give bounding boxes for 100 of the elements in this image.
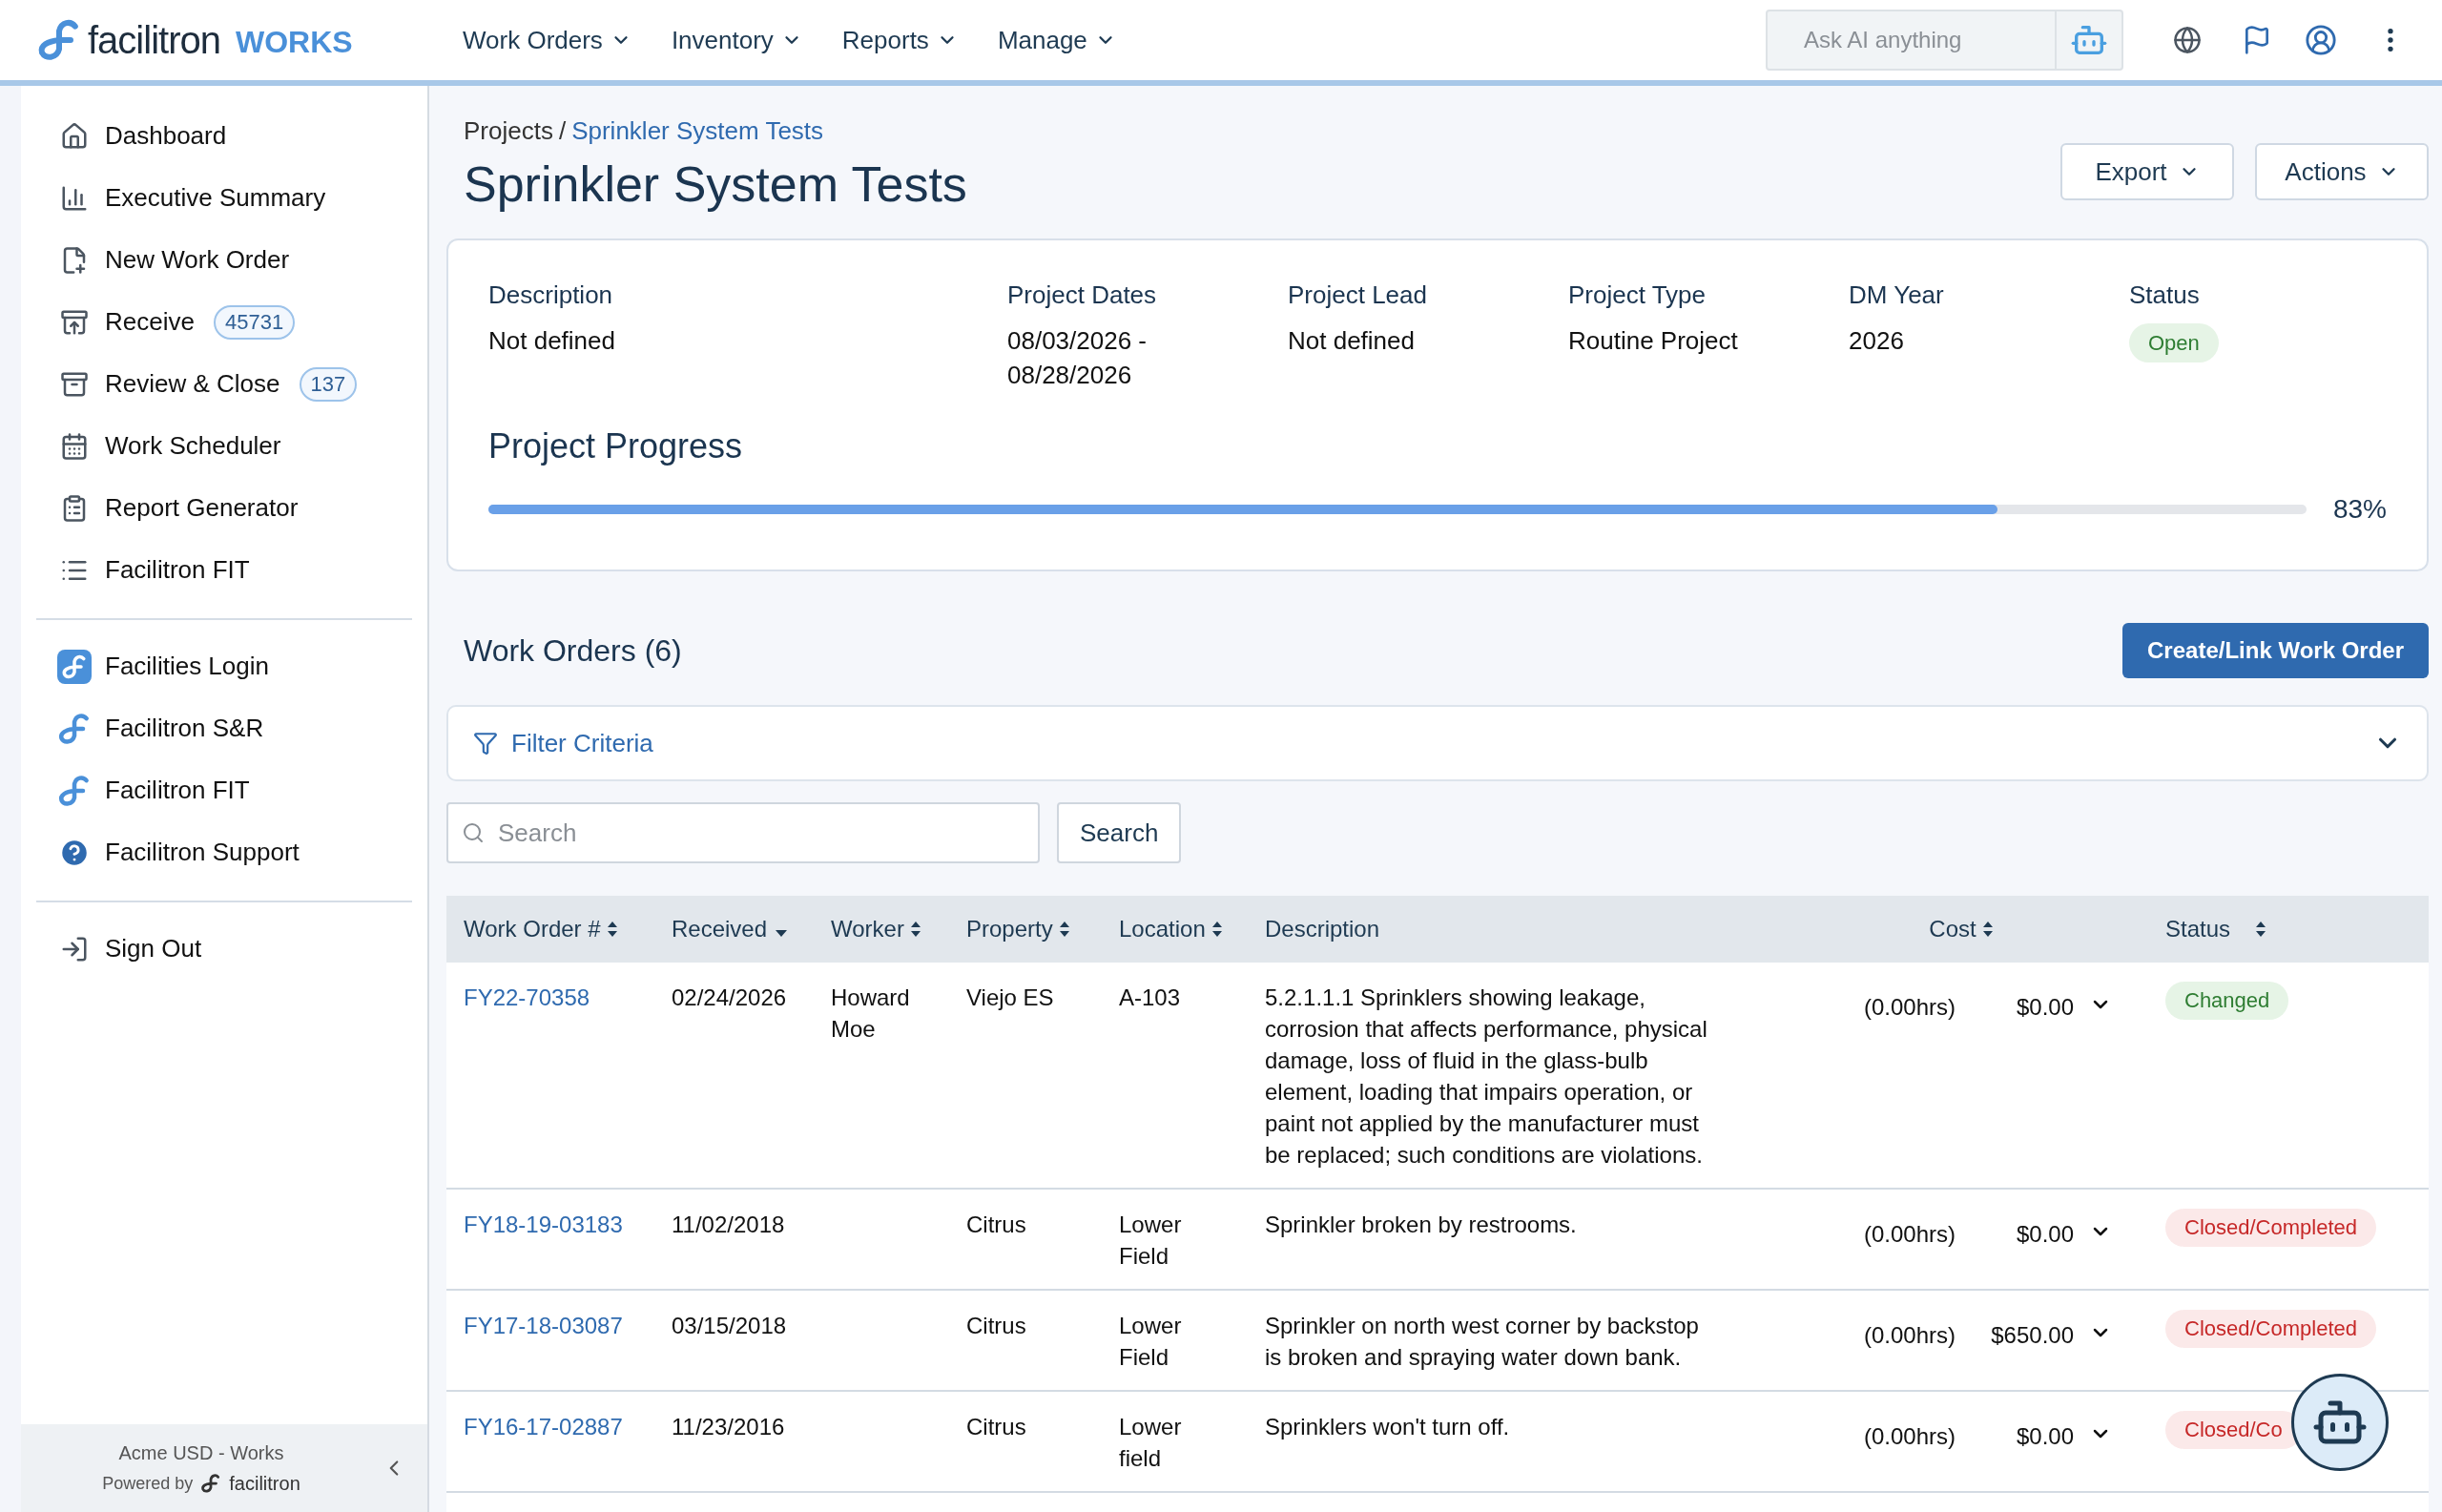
count-badge: 45731 xyxy=(213,304,296,340)
hours-value: (0.00hrs) xyxy=(1864,1422,1957,1451)
filter-criteria-panel[interactable]: Filter Criteria xyxy=(446,705,2429,781)
sort-descending-icon[interactable] xyxy=(775,928,789,938)
ai-search-field[interactable]: Ask AI anything xyxy=(1766,10,2057,71)
sort-icon[interactable] xyxy=(1211,921,1223,938)
status-badge: Changed xyxy=(2165,982,2289,1020)
brand-name: facilitron xyxy=(88,18,220,63)
sidebar-item[interactable]: Receive 45731 xyxy=(36,291,412,353)
table-cell: 5.2.1.1.1 Sprinklers showing leakage, corrosion that affects performance, physical damage, loss of fluid in the glass-bulb element, loading that impairs operation, or paint not applied by the manufacturer must be replaced; such conditions are violations. xyxy=(1265,984,1707,1168)
field-label: Project Lead xyxy=(1288,280,1428,311)
nav-menu[interactable]: Inventory xyxy=(671,21,802,59)
table-cell: Lower Field xyxy=(1119,1313,1182,1370)
field-value: Not defined xyxy=(488,325,616,357)
sidebar-item[interactable]: Executive Summary xyxy=(36,167,412,229)
table-cell: Lower Field xyxy=(1119,1212,1182,1269)
table-cell: 03/15/2018 xyxy=(672,1313,787,1338)
field-label: Project Dates xyxy=(1007,280,1158,311)
breadcrumb-link[interactable]: Projects xyxy=(464,113,553,150)
sort-icon[interactable] xyxy=(909,921,921,938)
create-link-button[interactable]: Create/Link Work Order xyxy=(2122,623,2429,678)
sort-icon[interactable] xyxy=(1058,921,1070,938)
table-cell: Sprinkler on north west corner by backstop is broken and spraying water down bank. xyxy=(1265,1313,1699,1370)
hours-value: (0.00hrs) xyxy=(1864,1321,1957,1350)
column-header[interactable]: Cost xyxy=(1929,912,1994,946)
sidebar-item[interactable]: Dashboard xyxy=(36,105,412,167)
table-cell: 11/23/2016 xyxy=(672,1414,785,1440)
sidebar-item[interactable]: Facilitron FIT xyxy=(36,539,412,601)
organization-name: Acme USD - Works xyxy=(118,1441,284,1465)
logo-icon xyxy=(200,1473,222,1494)
section-title: Work Orders (6) xyxy=(463,632,682,670)
field-value: 2026 xyxy=(1849,325,1905,357)
dropdown-button[interactable]: Export xyxy=(2060,143,2234,200)
sidebar-item[interactable]: New Work Order xyxy=(36,229,412,291)
cost-value: $650.00 xyxy=(1990,1321,2074,1350)
user-icon[interactable] xyxy=(2305,24,2337,56)
work-order-link[interactable]: FY22-70358 xyxy=(464,984,590,1010)
column-header[interactable]: Work Order # xyxy=(464,912,618,946)
progress-percent: 83% xyxy=(2332,493,2387,526)
hours-value: (0.00hrs) xyxy=(1864,1220,1957,1249)
hours-value: (0.00hrs) xyxy=(1864,993,1957,1022)
column-header[interactable]: Worker xyxy=(831,912,921,946)
column-header[interactable]: Property xyxy=(966,912,1070,946)
field-label: DM Year xyxy=(1849,280,1945,311)
sidebar-item[interactable]: Review & Close 137 xyxy=(36,353,412,415)
column-header[interactable]: Received xyxy=(672,912,789,946)
table-cell: Citrus xyxy=(966,1212,1026,1237)
count-badge: 137 xyxy=(299,366,358,402)
table-cell: A-103 xyxy=(1119,984,1181,1010)
table-cell: Howard Moe xyxy=(831,984,910,1042)
sort-icon[interactable] xyxy=(606,921,618,938)
progress-title: Project Progress xyxy=(488,425,744,467)
sidebar-item[interactable]: Work Scheduler xyxy=(36,415,412,477)
status-badge: Closed/Completed xyxy=(2165,1209,2376,1247)
sidebar-item[interactable]: Facilitron Support xyxy=(36,821,412,883)
table-cell: Viejo ES xyxy=(966,984,1054,1010)
field-label: Description xyxy=(488,280,614,311)
globe-icon[interactable] xyxy=(2173,26,2202,54)
sidebar-item[interactable]: Facilitron S&R xyxy=(36,697,412,759)
sidebar-item[interactable]: Report Generator xyxy=(36,477,412,539)
column-header[interactable]: Description xyxy=(1265,912,1380,946)
table-cell: Citrus xyxy=(966,1313,1026,1338)
footer-brand: facilitron xyxy=(229,1472,300,1496)
table-cell: Lower field xyxy=(1119,1414,1182,1471)
search-field[interactable]: Search xyxy=(446,802,1040,863)
table-cell: Citrus xyxy=(966,1414,1026,1440)
product-name: WORKS xyxy=(235,24,353,61)
nav-menu[interactable]: Reports xyxy=(841,21,958,59)
table-cell: 11/02/2018 xyxy=(672,1212,785,1237)
sidebar-item[interactable]: Facilities Login xyxy=(36,635,412,697)
column-header[interactable]: Status xyxy=(2165,912,2267,946)
cost-value: $0.00 xyxy=(2015,1220,2074,1249)
cost-value: $0.00 xyxy=(2015,993,2074,1022)
dropdown-button[interactable]: Actions xyxy=(2255,143,2429,200)
status-badge: Open xyxy=(2129,323,2219,362)
calendar-icon xyxy=(60,431,89,461)
sidebar-item[interactable]: Sign Out xyxy=(36,918,412,980)
work-order-link[interactable]: FY18-19-03183 xyxy=(464,1212,623,1237)
field-value: Not defined xyxy=(1288,325,1416,357)
search-button[interactable]: Search xyxy=(1057,802,1182,863)
table-cell: 02/24/2026 xyxy=(672,984,787,1010)
work-order-link[interactable]: FY16-17-02887 xyxy=(464,1414,623,1440)
page-title: Sprinkler System Tests xyxy=(464,155,967,214)
field-value: Routine Project xyxy=(1568,325,1739,357)
work-order-link[interactable]: FY17-18-03087 xyxy=(464,1313,623,1338)
field-value: 08/03/2026 - 08/28/2026 xyxy=(1007,325,1148,391)
breadcrumb-current[interactable]: Sprinkler System Tests xyxy=(571,113,824,150)
filter-icon xyxy=(473,731,498,756)
column-header[interactable]: Location xyxy=(1119,912,1223,946)
sort-icon[interactable] xyxy=(1981,921,1994,938)
field-label: Project Type xyxy=(1568,280,1707,311)
breadcrumb-separator: / xyxy=(558,115,567,147)
nav-menu[interactable]: Manage xyxy=(997,21,1116,59)
ai-assistant-button[interactable] xyxy=(2057,10,2123,71)
home-icon xyxy=(60,121,89,151)
field-label: Status xyxy=(2129,280,2201,311)
table-cell: Sprinklers won't turn off. xyxy=(1265,1414,1510,1440)
sort-icon[interactable] xyxy=(2255,921,2267,938)
sidebar-item[interactable]: Facilitron FIT xyxy=(36,759,412,821)
nav-menu[interactable]: Work Orders xyxy=(463,21,631,59)
